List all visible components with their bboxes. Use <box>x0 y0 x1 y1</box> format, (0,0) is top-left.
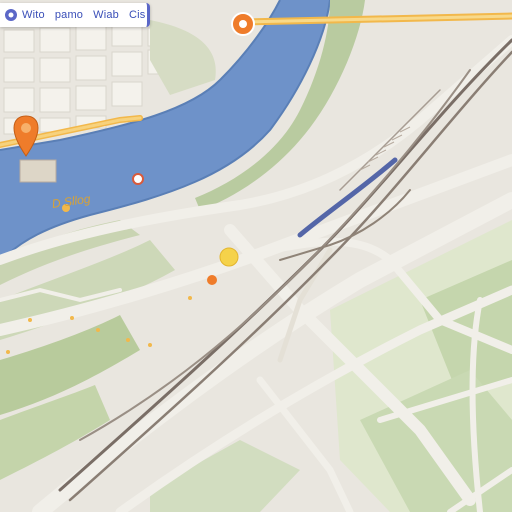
map-label-bar[interactable]: Wito pamo Wiab Cis <box>0 3 150 27</box>
poi-marker-icon[interactable] <box>207 275 217 285</box>
location-icon[interactable] <box>231 12 255 36</box>
poi-marker-icon[interactable] <box>219 247 239 267</box>
bridge <box>19 159 57 183</box>
poi-marker-icon[interactable] <box>132 173 144 185</box>
map-label-3: Wiab <box>93 9 120 21</box>
location-icon <box>0 3 22 27</box>
map-label-2: pamo <box>54 9 84 21</box>
map-label-1: Wito <box>22 9 45 21</box>
map-canvas[interactable] <box>0 0 512 512</box>
map-label-4: Cis <box>129 9 146 21</box>
